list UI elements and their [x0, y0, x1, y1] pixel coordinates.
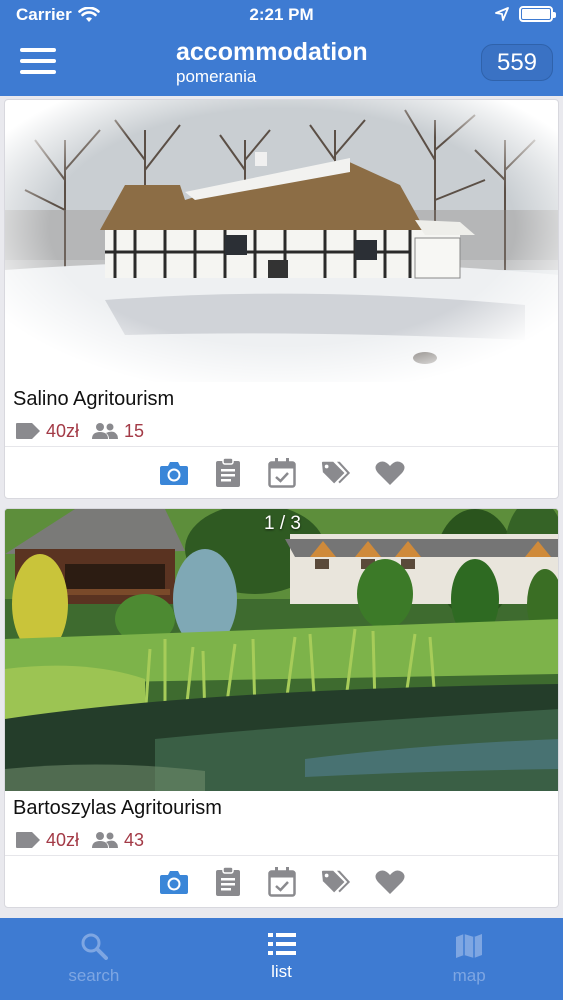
price-value: 40zł: [46, 420, 80, 441]
availability-button[interactable]: [267, 457, 297, 488]
listing-photo[interactable]: 1 / 3: [5, 509, 558, 791]
details-button[interactable]: [213, 457, 243, 488]
listing-actions: [5, 855, 558, 907]
price-info: 40zł: [15, 830, 79, 851]
menu-bar: [20, 48, 56, 52]
tab-list-label: list: [271, 962, 292, 981]
page-title: accommodation: [176, 38, 368, 66]
photos-button[interactable]: [159, 458, 189, 488]
location-arrow-icon: [495, 7, 509, 21]
clipboard-icon: [215, 457, 240, 487]
availability-button[interactable]: [267, 866, 297, 897]
menu-bar: [20, 59, 56, 63]
price-info: 40zł: [15, 421, 79, 442]
page-subtitle: pomerania: [176, 67, 257, 86]
price-tag-icon: [16, 832, 40, 848]
clipboard-icon: [215, 866, 240, 896]
photo-counter: 1 / 3: [264, 513, 301, 534]
listing-card[interactable]: 1 / 3 Bartoszylas Agritourism 40zł 43: [4, 508, 559, 908]
status-bar: Carrier 2:21 PM: [0, 0, 563, 32]
hamburger-menu-button[interactable]: [20, 48, 56, 78]
price-tag-icon: [16, 423, 40, 439]
battery-fill: [522, 9, 550, 19]
bottom-tab-bar: search list map: [0, 918, 563, 1000]
tab-list[interactable]: list: [188, 918, 376, 1000]
users-icon: [92, 832, 119, 848]
map-icon: [456, 934, 483, 958]
status-right: [495, 6, 556, 22]
tab-search[interactable]: search: [0, 918, 188, 1000]
listing-actions: [5, 446, 558, 498]
listing-photo[interactable]: [5, 100, 558, 382]
heart-icon: [375, 870, 404, 894]
favorite-button[interactable]: [375, 458, 405, 488]
search-icon: [81, 933, 108, 960]
tab-map[interactable]: map: [375, 918, 563, 1000]
calendar-check-icon: [267, 457, 296, 488]
listing-photo-image: [5, 100, 558, 382]
capacity-info: 43: [91, 830, 144, 851]
camera-icon: [159, 870, 188, 894]
listing-list[interactable]: Salino Agritourism 40zł 15 1 / 3 Bartosz…: [0, 96, 563, 918]
details-button[interactable]: [213, 866, 243, 897]
listing-meta: 40zł 43: [5, 825, 558, 855]
users-icon: [92, 423, 119, 439]
capacity-info: 15: [91, 421, 144, 442]
status-time: 2:21 PM: [249, 5, 314, 24]
tab-search-label: search: [68, 966, 120, 985]
calendar-check-icon: [267, 866, 296, 897]
list-icon: [267, 933, 296, 955]
app-header: Carrier 2:21 PM accommodation pomerania …: [0, 0, 563, 96]
tab-map-label: map: [452, 966, 486, 985]
listing-name[interactable]: Bartoszylas Agritourism: [5, 791, 558, 825]
listing-card[interactable]: Salino Agritourism 40zł 15: [4, 99, 559, 499]
menu-bar: [20, 70, 56, 74]
offers-button[interactable]: [321, 867, 351, 897]
capacity-value: 15: [124, 420, 145, 441]
results-count-badge: 559: [481, 44, 553, 81]
tags-icon: [321, 870, 350, 892]
listing-name[interactable]: Salino Agritourism: [5, 382, 558, 416]
heart-icon: [375, 461, 404, 485]
battery-icon: [519, 6, 556, 22]
header-title-block: accommodation pomerania: [176, 38, 368, 88]
capacity-value: 43: [124, 829, 145, 850]
favorite-button[interactable]: [375, 867, 405, 897]
photos-button[interactable]: [159, 867, 189, 897]
listing-photo-image: [5, 509, 558, 791]
offers-button[interactable]: [321, 458, 351, 488]
camera-icon: [159, 461, 188, 485]
listing-meta: 40zł 15: [5, 416, 558, 446]
tags-icon: [321, 461, 350, 483]
price-value: 40zł: [46, 829, 80, 850]
